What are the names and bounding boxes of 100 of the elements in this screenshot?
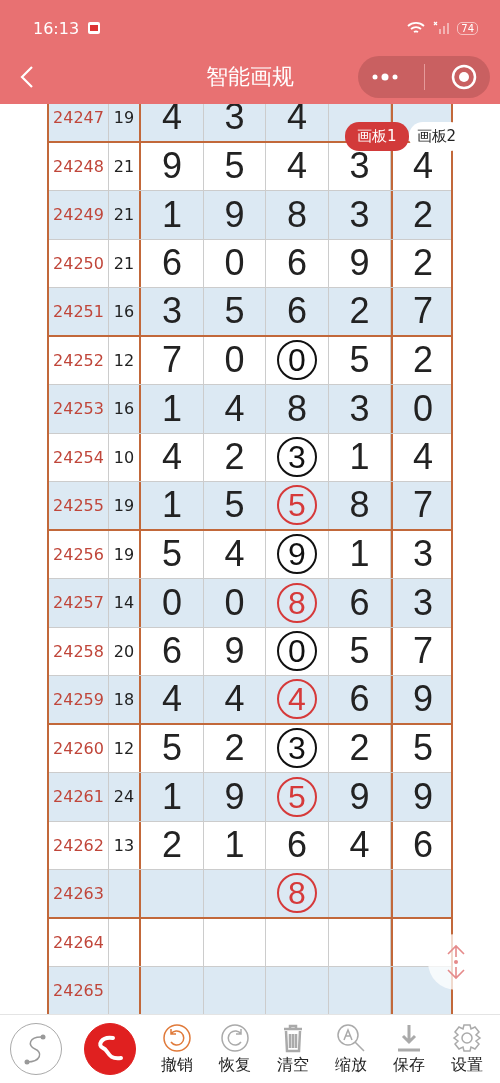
digit: 9 <box>224 633 245 670</box>
digit: 9 <box>349 245 370 282</box>
digit: 2 <box>224 439 245 476</box>
issue-number: 24255 <box>49 482 109 529</box>
digit: 4 <box>224 681 245 718</box>
sum-value: 12 <box>113 350 135 370</box>
zoom-button[interactable]: 缩放 <box>322 1022 380 1076</box>
redo-icon <box>220 1022 250 1053</box>
sum-value: 21 <box>113 253 135 273</box>
issue-number: 24260 <box>49 724 109 772</box>
circled-digit: 5 <box>277 485 317 526</box>
magnifier-icon <box>336 1022 366 1053</box>
digit: 2 <box>413 245 433 282</box>
page-title: 智能画规 <box>206 63 294 91</box>
issue-number: 24259 <box>49 676 109 723</box>
sum-value: 21 <box>113 205 135 225</box>
up-down-arrows-icon <box>445 943 467 981</box>
digit: 1 <box>224 827 245 864</box>
status-time: 16:13 <box>33 18 80 38</box>
digit: 9 <box>413 778 433 815</box>
digit: 6 <box>349 681 370 718</box>
sum-value: 19 <box>113 544 135 564</box>
issue-number: 24248 <box>49 142 109 190</box>
digit: 6 <box>287 293 307 330</box>
issue-number: 24263 <box>49 870 109 917</box>
digit: 2 <box>349 730 370 767</box>
issue-number: 24264 <box>49 918 109 966</box>
issue-number: 24262 <box>49 821 109 869</box>
sum-value: 19 <box>113 107 135 127</box>
circled-digit: 0 <box>277 631 317 672</box>
digit: 2 <box>413 342 433 379</box>
issue-number: 24261 <box>49 773 109 821</box>
digit: 4 <box>287 104 307 136</box>
digit: 6 <box>287 245 307 282</box>
board-tab[interactable]: 画板1 <box>345 122 409 151</box>
circled-digit: 0 <box>277 340 317 381</box>
issue-number: 24252 <box>49 336 109 384</box>
settings-icon <box>452 1022 482 1053</box>
issue-number: 24249 <box>49 191 109 239</box>
digit: 0 <box>224 245 245 282</box>
digit: 2 <box>413 196 433 233</box>
issue-number: 24256 <box>49 530 109 578</box>
back-icon[interactable] <box>20 65 34 89</box>
digit: 0 <box>413 390 433 427</box>
signal-icon <box>433 21 450 35</box>
digit: 9 <box>349 778 370 815</box>
digit: 3 <box>349 390 370 427</box>
app-notification-icon <box>87 21 102 35</box>
digit: 5 <box>349 633 370 670</box>
issue-number: 24250 <box>49 239 109 287</box>
save-button[interactable]: 保存 <box>380 1022 438 1076</box>
more-icon[interactable] <box>370 72 399 82</box>
issue-number: 24247 <box>49 104 109 141</box>
undo-icon <box>162 1022 192 1053</box>
circled-digit: 9 <box>277 534 317 575</box>
redo-button[interactable]: 恢复 <box>206 1022 264 1076</box>
digit: 0 <box>224 584 245 621</box>
digit: 7 <box>162 342 182 379</box>
digit: 4 <box>413 148 433 185</box>
digit: 6 <box>162 633 182 670</box>
sum-value: 18 <box>113 689 135 709</box>
digit: 5 <box>413 730 433 767</box>
sum-value: 16 <box>113 301 135 321</box>
digit: 1 <box>162 196 182 233</box>
close-icon[interactable] <box>451 64 478 90</box>
sum-value: 13 <box>113 835 135 855</box>
digit: 2 <box>349 293 370 330</box>
digit: 3 <box>349 196 370 233</box>
digit: 5 <box>224 487 245 524</box>
sum-value: 16 <box>113 399 135 419</box>
issue-number: 24265 <box>49 967 109 1014</box>
circled-digit: 5 <box>277 776 317 817</box>
issue-number: 24253 <box>49 385 109 433</box>
issue-number: 24258 <box>49 627 109 675</box>
circled-digit: 4 <box>277 679 317 720</box>
digit: 9 <box>224 778 245 815</box>
digit: 5 <box>349 342 370 379</box>
digit: 4 <box>162 681 182 718</box>
digit: 5 <box>162 730 182 767</box>
undo-button[interactable]: 撤销 <box>148 1022 206 1076</box>
sum-value: 10 <box>113 447 135 467</box>
digit: 7 <box>413 293 433 330</box>
settings-button[interactable]: 设置 <box>438 1022 496 1076</box>
digit: 4 <box>224 536 245 573</box>
battery-indicator: 74 <box>457 21 478 35</box>
sum-value: 20 <box>113 641 135 661</box>
circled-digit: 8 <box>277 873 317 914</box>
digit: 1 <box>349 536 370 573</box>
draw-mode-button[interactable] <box>84 1023 136 1075</box>
clear-button[interactable]: 清空 <box>264 1022 322 1076</box>
digit: 9 <box>162 148 182 185</box>
circled-digit: 3 <box>277 728 317 769</box>
digit: 2 <box>162 827 182 864</box>
digit: 3 <box>162 293 182 330</box>
digit: 1 <box>349 439 370 476</box>
digit: 3 <box>413 536 433 573</box>
sum-value: 24 <box>113 787 135 807</box>
issue-number: 24257 <box>49 579 109 627</box>
digit: 5 <box>224 293 245 330</box>
digit: 2 <box>224 730 245 767</box>
